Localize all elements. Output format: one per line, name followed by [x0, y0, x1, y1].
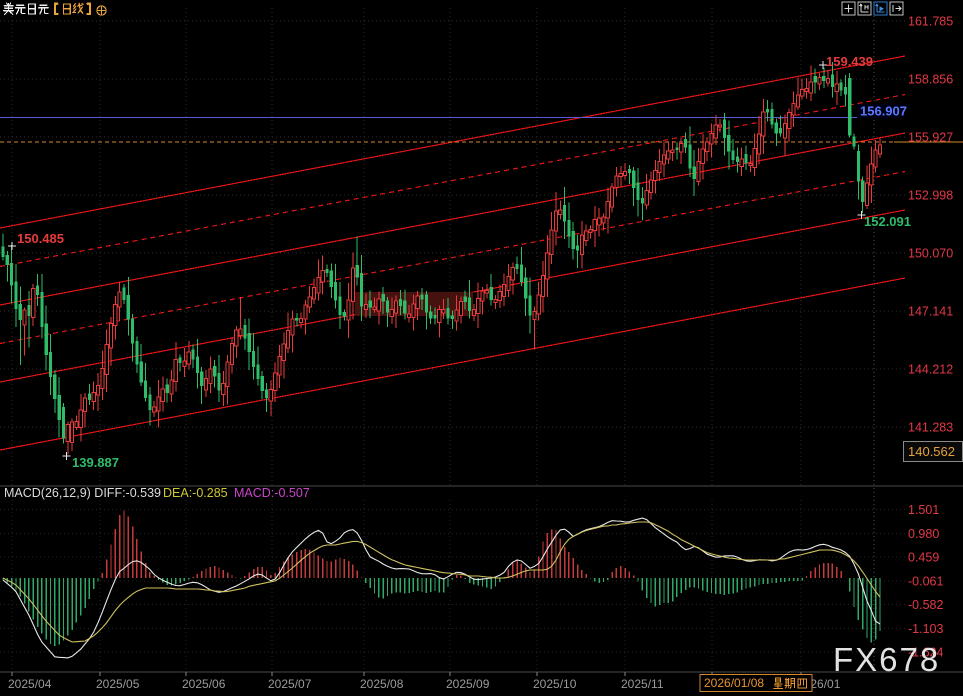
svg-text:140.562: 140.562	[908, 444, 955, 459]
svg-text:159.439: 159.439	[826, 54, 873, 69]
svg-text:0.980: 0.980	[908, 527, 939, 541]
svg-text:2025/04: 2025/04	[8, 677, 52, 691]
svg-text:144.212: 144.212	[908, 363, 953, 377]
svg-text:150.070: 150.070	[908, 247, 953, 261]
svg-text:150.485: 150.485	[17, 231, 64, 246]
svg-text:2025/07: 2025/07	[268, 677, 312, 691]
svg-text:161.785: 161.785	[908, 15, 953, 29]
svg-text:2025/06: 2025/06	[182, 677, 226, 691]
svg-text:156.907: 156.907	[860, 104, 907, 119]
svg-text:141.283: 141.283	[908, 421, 953, 435]
svg-text:2025/09: 2025/09	[446, 677, 490, 691]
svg-text:-0.582: -0.582	[908, 598, 943, 612]
svg-text:2025/11: 2025/11	[621, 677, 664, 691]
svg-text:DEA:-0.285: DEA:-0.285	[163, 486, 228, 500]
svg-text:2025/10: 2025/10	[533, 677, 577, 691]
svg-text:-1.103: -1.103	[908, 622, 943, 636]
svg-text:158.856: 158.856	[908, 73, 953, 87]
svg-text:1.501: 1.501	[908, 503, 939, 517]
svg-text:-0.061: -0.061	[908, 574, 943, 588]
svg-text:2025/08: 2025/08	[360, 677, 404, 691]
svg-text:MACD(26,12,9) DIFF:-0.539: MACD(26,12,9) DIFF:-0.539	[4, 486, 161, 500]
svg-text:139.887: 139.887	[72, 455, 119, 470]
svg-text:147.141: 147.141	[908, 305, 953, 319]
svg-text:2025/05: 2025/05	[96, 677, 140, 691]
svg-text:MACD:-0.507: MACD:-0.507	[234, 486, 310, 500]
svg-text:0.459: 0.459	[908, 551, 939, 565]
svg-text:2026/01/08: 2026/01/08	[704, 676, 764, 690]
svg-text:155.927: 155.927	[908, 131, 953, 145]
svg-text:152.091: 152.091	[864, 214, 911, 229]
svg-text:152.998: 152.998	[908, 189, 953, 203]
